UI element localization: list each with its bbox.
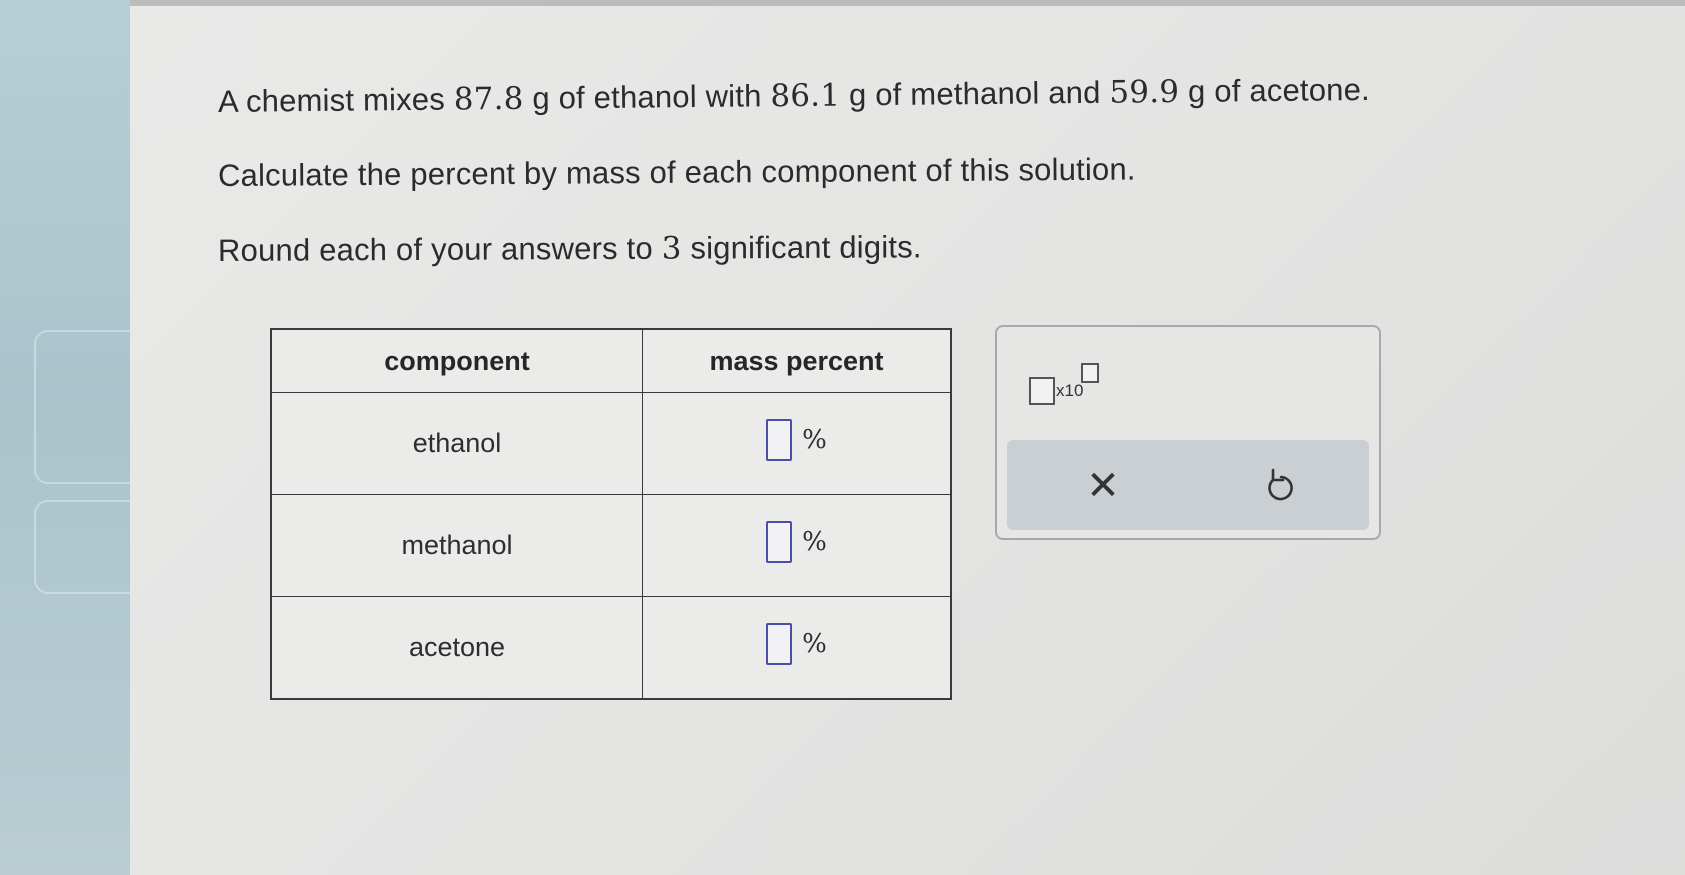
methanol-mass: 86.1 (770, 77, 841, 115)
question-text: g of acetone. (1179, 71, 1371, 109)
percent-sign: % (802, 629, 827, 659)
scientific-notation-button[interactable]: x10 (1029, 363, 1109, 413)
close-icon: ✕ (1086, 464, 1120, 508)
question-text: g of ethanol with (523, 78, 771, 116)
percent-sign: % (802, 425, 827, 455)
answer-table: component mass percent ethanol % methano… (270, 328, 952, 700)
mass-percent-cell: % (642, 392, 952, 495)
undo-button[interactable] (1257, 462, 1305, 510)
question-line-3: Round each of your answers to 3 signific… (218, 229, 922, 269)
tool-bar: ✕ (1007, 440, 1369, 530)
header-mass-percent: mass percent (642, 328, 952, 393)
question-text: Round each of your answers to (217, 230, 662, 268)
question-text: significant digits. (681, 229, 922, 266)
question-line-2: Calculate the percent by mass of each co… (217, 151, 1136, 193)
ethanol-mass: 87.8 (453, 80, 524, 118)
sci-base-box-icon (1029, 377, 1055, 405)
undo-icon (1268, 468, 1293, 501)
table-row: ethanol % (270, 392, 952, 495)
clear-button[interactable]: ✕ (1079, 462, 1127, 510)
answer-tool-panel: x10 ✕ (995, 325, 1381, 540)
mass-percent-cell: % (642, 494, 952, 597)
significant-digits-count: 3 (661, 230, 682, 267)
percent-sign: % (802, 527, 827, 557)
sci-notation-label: x10 (1056, 381, 1084, 400)
table-header-row: component mass percent (270, 328, 952, 393)
table-row: methanol % (270, 494, 952, 597)
question-text: A chemist mixes (217, 81, 454, 119)
component-methanol: methanol (270, 494, 643, 597)
ethanol-percent-input[interactable] (766, 419, 793, 461)
header-component: component (270, 328, 643, 393)
acetone-percent-input[interactable] (766, 623, 793, 665)
acetone-mass: 59.9 (1109, 73, 1180, 111)
sci-exponent-box-icon (1081, 363, 1099, 383)
table-row: acetone % (270, 596, 952, 700)
component-acetone: acetone (270, 596, 643, 700)
component-ethanol: ethanol (270, 392, 643, 495)
mass-percent-cell: % (642, 596, 952, 700)
methanol-percent-input[interactable] (766, 521, 793, 563)
question-text: g of methanol and (839, 74, 1110, 113)
